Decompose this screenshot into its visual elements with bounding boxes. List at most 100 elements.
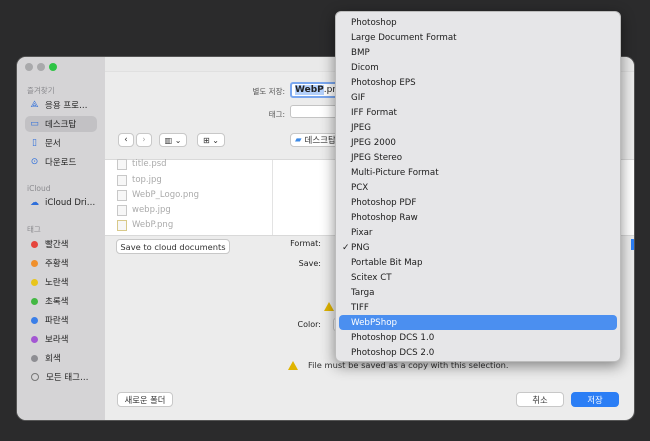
menu-item-png[interactable]: ✓ PNG xyxy=(339,240,617,255)
sidebar-tag-red[interactable]: 빨간색 xyxy=(25,236,97,252)
menu-item-photoshop-eps[interactable]: Photoshop EPS xyxy=(339,75,617,90)
menu-item-label: Large Document Format xyxy=(351,32,457,43)
menu-item-pcx[interactable]: PCX xyxy=(339,180,617,195)
sidebar-item-label: 파란색 xyxy=(45,316,69,326)
close-window-button[interactable] xyxy=(25,63,33,71)
file-icon xyxy=(117,189,127,201)
sidebar-tag-green[interactable]: 초록색 xyxy=(25,293,97,309)
sidebar-item-desktop[interactable]: ▭ 데스크탑 xyxy=(25,116,97,132)
sidebar-item-label: 회색 xyxy=(45,354,61,364)
sidebar-item-documents[interactable]: ▯ 문서 xyxy=(25,135,97,151)
menu-item-pixar[interactable]: Pixar xyxy=(339,225,617,240)
save-button[interactable]: 저장 xyxy=(571,392,619,407)
menu-item-gif[interactable]: GIF xyxy=(339,90,617,105)
file-item[interactable]: top.jpg xyxy=(117,173,162,187)
menu-item-webpshop[interactable]: WebPShop xyxy=(339,315,617,330)
menu-item-label: Portable Bit Map xyxy=(351,257,423,268)
menu-item-multi-picture-format[interactable]: Multi-Picture Format xyxy=(339,165,617,180)
menu-item-iff-format[interactable]: IFF Format xyxy=(339,105,617,120)
columns-view-icon: ▥ ⌄ xyxy=(164,135,182,145)
menu-item-label: Photoshop PDF xyxy=(351,197,417,208)
sidebar-item-label: 주황색 xyxy=(45,259,69,269)
sidebar-item-label: 초록색 xyxy=(45,297,69,307)
menu-item-label: Photoshop EPS xyxy=(351,77,416,88)
tags-label: 태그: xyxy=(268,110,285,119)
sidebar-item-icloud-drive[interactable]: ☁ iCloud Dri… xyxy=(25,195,97,211)
menu-item-jpeg[interactable]: JPEG xyxy=(339,120,617,135)
menu-item-label: Photoshop DCS 2.0 xyxy=(351,347,435,358)
file-item[interactable]: title.psd xyxy=(117,157,167,171)
zoom-window-button[interactable] xyxy=(49,63,57,71)
file-item[interactable]: WebP.png xyxy=(117,218,173,232)
tag-color-dot xyxy=(31,297,38,305)
menu-item-label: Targa xyxy=(351,287,375,298)
menu-item-targa[interactable]: Targa xyxy=(339,285,617,300)
group-view-button[interactable]: ⊞ ⌄ xyxy=(197,133,225,147)
save-to-cloud-button[interactable]: Save to cloud documents xyxy=(116,239,230,254)
sidebar-item-label: 데스크탑 xyxy=(45,120,77,130)
sidebar-item-label: 문서 xyxy=(45,139,61,149)
menu-item-label: WebPShop xyxy=(351,317,398,328)
sidebar-item-label: 모든 태그… xyxy=(46,373,89,383)
cancel-button[interactable]: 취소 xyxy=(516,392,564,407)
applications-icon: ⟁ xyxy=(30,100,39,110)
sidebar-item-downloads[interactable]: ⊙ 다운로드 xyxy=(25,154,97,170)
menu-item-label: Dicom xyxy=(351,62,379,73)
file-icon xyxy=(117,219,127,231)
grid-view-icon: ⊞ ⌄ xyxy=(203,135,219,145)
all-tags-icon xyxy=(31,373,39,381)
format-popup-edge[interactable] xyxy=(631,239,634,250)
sidebar-tag-orange[interactable]: 주황색 xyxy=(25,255,97,271)
menu-item-label: Scitex CT xyxy=(351,272,392,283)
menu-item-label: PNG xyxy=(351,242,370,253)
sidebar: 즐겨찾기 ⟁ 응용 프로… ▭ 데스크탑 ▯ 문서 ⊙ 다운로드 iCloud … xyxy=(17,57,105,420)
back-icon: ‹ xyxy=(124,135,128,145)
sidebar-tag-all[interactable]: 모든 태그… xyxy=(25,369,97,385)
color-label: Color: xyxy=(297,320,321,329)
menu-item-label: JPEG Stereo xyxy=(351,152,403,163)
tag-color-dot xyxy=(31,354,38,362)
menu-item-photoshop[interactable]: Photoshop xyxy=(339,15,617,30)
menu-item-label: JPEG 2000 xyxy=(351,137,396,148)
menu-item-photoshop-dcs-2[interactable]: Photoshop DCS 2.0 xyxy=(339,345,617,360)
file-icon xyxy=(117,204,127,216)
file-item[interactable]: WebP_Logo.png xyxy=(117,188,199,202)
folder-icon: ▰ xyxy=(295,135,302,145)
download-icon: ⊙ xyxy=(30,157,39,167)
menu-item-photoshop-dcs-1[interactable]: Photoshop DCS 1.0 xyxy=(339,330,617,345)
new-folder-button[interactable]: 새로운 폴더 xyxy=(117,392,173,407)
menu-item-label: PCX xyxy=(351,182,369,193)
sidebar-item-label: 보라색 xyxy=(45,335,69,345)
sidebar-tag-gray[interactable]: 회색 xyxy=(25,350,97,366)
menu-item-label: Photoshop DCS 1.0 xyxy=(351,332,435,343)
menu-item-large-document-format[interactable]: Large Document Format xyxy=(339,30,617,45)
menu-item-jpeg-2000[interactable]: JPEG 2000 xyxy=(339,135,617,150)
menu-item-photoshop-raw[interactable]: Photoshop Raw xyxy=(339,210,617,225)
file-name: WebP.png xyxy=(132,220,174,230)
menu-item-jpeg-stereo[interactable]: JPEG Stereo xyxy=(339,150,617,165)
sidebar-item-label: 빨간색 xyxy=(45,240,69,250)
sidebar-tag-blue[interactable]: 파란색 xyxy=(25,312,97,328)
save-as-label: 별도 저장: xyxy=(252,87,285,96)
menu-item-tiff[interactable]: TIFF xyxy=(339,300,617,315)
back-button[interactable]: ‹ xyxy=(118,133,134,147)
sidebar-item-applications[interactable]: ⟁ 응용 프로… xyxy=(25,97,97,113)
menu-item-dicom[interactable]: Dicom xyxy=(339,60,617,75)
warning-icon xyxy=(324,302,334,314)
document-icon: ▯ xyxy=(32,138,37,148)
menu-item-portable-bit-map[interactable]: Portable Bit Map xyxy=(339,255,617,270)
menu-item-scitex-ct[interactable]: Scitex CT xyxy=(339,270,617,285)
column-divider xyxy=(272,160,273,235)
view-columns-button[interactable]: ▥ ⌄ xyxy=(159,133,187,147)
minimize-window-button[interactable] xyxy=(37,63,45,71)
warning-icon xyxy=(288,360,298,370)
sidebar-tag-yellow[interactable]: 노란색 xyxy=(25,274,97,290)
tag-color-dot xyxy=(31,335,38,343)
save-options-label: Save: xyxy=(298,259,321,268)
menu-item-photoshop-pdf[interactable]: Photoshop PDF xyxy=(339,195,617,210)
file-item[interactable]: webp.jpg xyxy=(117,203,171,217)
sidebar-tag-purple[interactable]: 보라색 xyxy=(25,331,97,347)
menu-item-bmp[interactable]: BMP xyxy=(339,45,617,60)
tag-color-dot xyxy=(31,240,38,248)
forward-button[interactable]: › xyxy=(136,133,152,147)
